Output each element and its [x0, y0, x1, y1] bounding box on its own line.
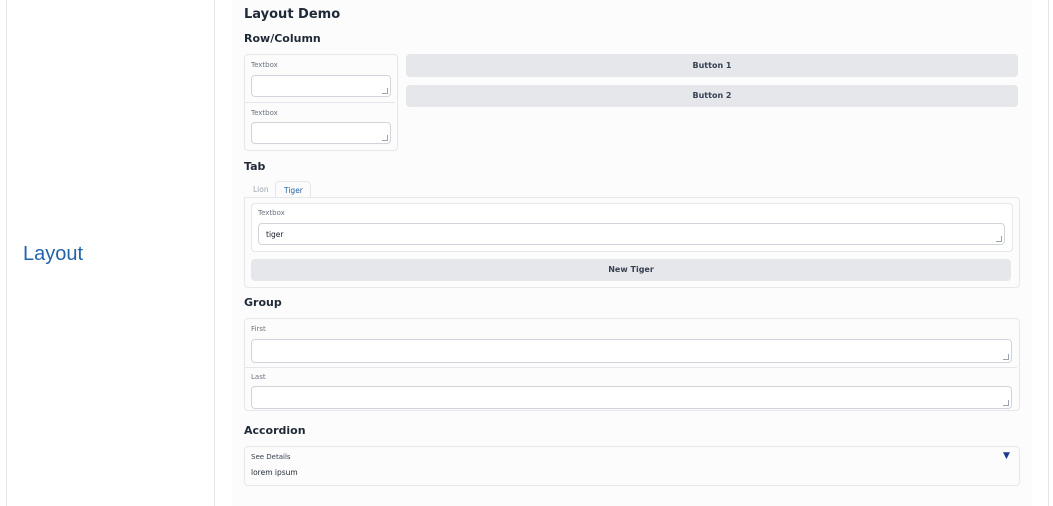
group-heading: Group [244, 296, 282, 309]
button-2[interactable]: Button 2 [406, 85, 1018, 107]
page-title: Layout Demo [244, 7, 341, 22]
triangle-down-icon[interactable]: ▼ [1003, 451, 1010, 461]
textbox1-input[interactable] [251, 75, 391, 97]
tab-textbox-input[interactable]: tiger [258, 223, 1005, 245]
resize-grip-icon[interactable] [996, 236, 1002, 242]
textbox1-label: Textbox [251, 61, 278, 69]
tab-heading: Tab [244, 160, 266, 173]
textbox2-input[interactable] [251, 122, 391, 144]
left-border [6, 0, 7, 506]
tab-textbox-value: tiger [266, 230, 284, 239]
resize-grip-icon[interactable] [382, 135, 388, 141]
accordion-title[interactable]: See Details [251, 453, 291, 461]
accordion-heading: Accordion [244, 424, 306, 437]
resize-grip-icon[interactable] [1003, 400, 1009, 406]
textbox2-label: Textbox [251, 109, 278, 117]
group-divider [245, 367, 1017, 368]
accordion-panel[interactable] [244, 446, 1020, 486]
new-tiger-button[interactable]: New Tiger [251, 259, 1011, 281]
button-1[interactable]: Button 1 [406, 54, 1018, 77]
first-input[interactable] [251, 339, 1012, 363]
resize-grip-icon[interactable] [382, 88, 388, 94]
last-input[interactable] [251, 386, 1012, 409]
resize-grip-icon[interactable] [1003, 354, 1009, 360]
tab-textbox-label: Textbox [258, 209, 285, 217]
right-border [1048, 0, 1049, 506]
tab-tiger-label: Tiger [284, 186, 303, 195]
tab-lion[interactable]: Lion [253, 185, 269, 194]
row-column-heading: Row/Column [244, 32, 321, 45]
accordion-content: lorem ipsum [251, 468, 298, 477]
sidebar-label: Layout [23, 243, 84, 265]
textbox-divider [245, 102, 395, 103]
last-label: Last [251, 373, 266, 381]
column-divider [214, 0, 215, 506]
first-label: First [251, 325, 266, 333]
